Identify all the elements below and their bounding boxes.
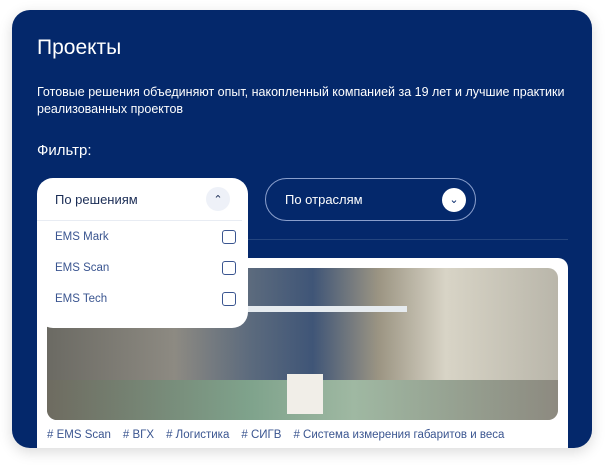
page-title: Проекты [37,36,122,59]
chevron-down-icon[interactable]: ⌄ [442,187,466,212]
solutions-dropdown[interactable]: По решениям ⌃ EMS Mark EMS Scan EMS Tech [37,178,248,328]
solutions-dropdown-header[interactable]: По решениям ⌃ [37,178,242,221]
checkbox[interactable] [222,291,236,306]
page-description: Готовые решения объединяют опыт, накопле… [37,85,565,116]
industries-dropdown[interactable]: По отраслям ⌄ [265,178,476,221]
filter-label: Фильтр: [37,142,92,159]
checkbox[interactable] [222,260,236,275]
solutions-dropdown-label: По решениям [55,191,138,207]
project-tags: # EMS Scan # ВГХ # Логистика # СИГВ # Си… [47,429,504,441]
chevron-up-icon[interactable]: ⌃ [206,187,230,211]
checkbox[interactable] [222,229,236,244]
option-label: EMS Mark [55,230,109,243]
option-label: EMS Tech [55,292,108,305]
projects-panel: Проекты Готовые решения объединяют опыт,… [12,10,592,448]
tag[interactable]: # Логистика [166,429,229,441]
option-label: EMS Scan [55,261,110,274]
option-ems-tech[interactable]: EMS Tech [37,283,248,314]
tag[interactable]: # СИГВ [241,429,281,441]
tag[interactable]: # EMS Scan [47,429,111,441]
tag[interactable]: # Система измерения габаритов и веса [293,429,504,441]
tag[interactable]: # ВГХ [123,429,154,441]
photo-box [287,374,323,414]
option-ems-scan[interactable]: EMS Scan [37,252,248,283]
option-ems-mark[interactable]: EMS Mark [37,221,248,252]
industries-dropdown-label: По отраслям [285,192,363,207]
